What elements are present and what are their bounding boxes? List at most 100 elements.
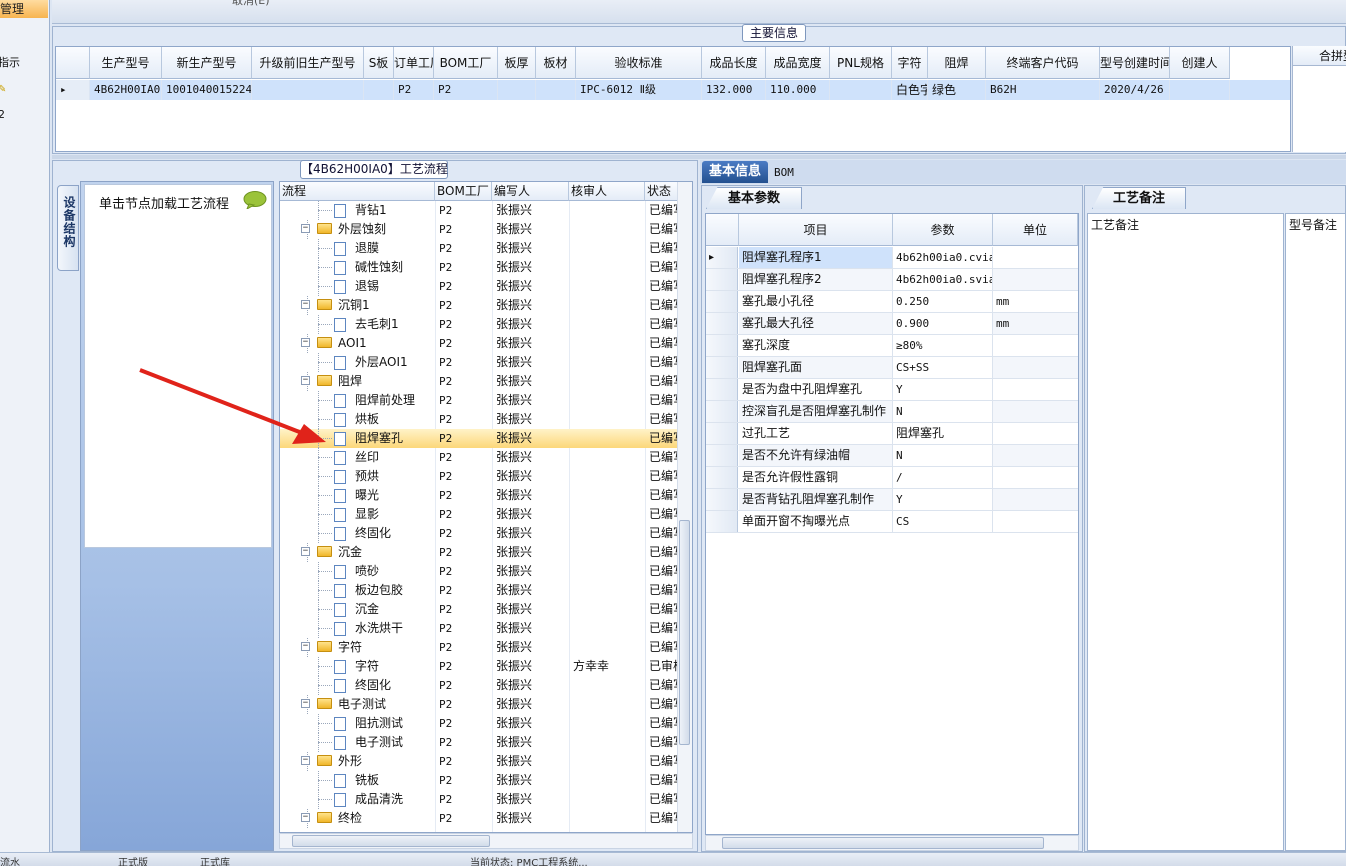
table-cell[interactable]: 绿色 — [928, 80, 986, 100]
row-header[interactable] — [706, 401, 738, 422]
process-row[interactable]: 碱性蚀刻 P2 张振兴 已编写 — [280, 258, 678, 277]
table-cell[interactable]: 10010400152244 — [162, 80, 252, 100]
process-column-header[interactable]: 核审人 — [569, 182, 645, 201]
row-header[interactable] — [706, 379, 738, 400]
table-cell[interactable]: 4B62H00IA0 — [90, 80, 162, 100]
craft-note-box[interactable]: 工艺备注 — [1087, 213, 1284, 851]
process-row[interactable]: 退膜 P2 张振兴 已编写 — [280, 239, 678, 258]
table-cell[interactable] — [536, 80, 576, 100]
collapse-icon[interactable]: − — [301, 642, 310, 651]
row-header[interactable] — [706, 445, 738, 466]
process-column-header[interactable]: BOM工厂 — [435, 182, 492, 201]
params-hscroll-thumb[interactable] — [722, 837, 1044, 849]
process-row[interactable]: − 外形 P2 张振兴 已编写 — [280, 752, 678, 771]
column-header[interactable]: 验收标准 — [576, 47, 702, 79]
params-row[interactable]: 塞孔深度 ≥80% — [706, 335, 1078, 357]
param-value[interactable]: ≥80% — [893, 335, 993, 356]
param-value[interactable]: N — [893, 401, 993, 422]
process-row[interactable]: 阻焊塞孔 P2 张振兴 已编写 — [280, 429, 678, 448]
collapse-icon[interactable]: − — [301, 756, 310, 765]
collapse-icon[interactable]: − — [301, 699, 310, 708]
row-header[interactable] — [706, 313, 738, 334]
param-value[interactable]: 4b62h00ia0.cvia — [893, 247, 993, 268]
params-row[interactable]: 是否不允许有绿油帽 N — [706, 445, 1078, 467]
table-cell[interactable]: P2 — [434, 80, 498, 100]
row-header[interactable] — [706, 335, 738, 356]
table-cell[interactable] — [498, 80, 536, 100]
column-header[interactable]: 成品长度 — [702, 47, 766, 79]
param-value[interactable]: 阻焊塞孔 — [893, 423, 993, 444]
process-row[interactable]: 曝光 P2 张振兴 已编写 — [280, 486, 678, 505]
process-hscroll-thumb[interactable] — [292, 835, 490, 847]
param-value[interactable]: CS — [893, 511, 993, 532]
process-row[interactable]: 预烘 P2 张振兴 已编写 — [280, 467, 678, 486]
process-row[interactable]: 成品清洗 P2 张振兴 已编写 — [280, 790, 678, 809]
process-column-header[interactable]: 状态 — [645, 182, 678, 201]
horizontal-splitter[interactable] — [52, 155, 1346, 159]
table-cell[interactable] — [1170, 80, 1230, 100]
table-cell[interactable]: IPC-6012 Ⅱ级 — [576, 80, 702, 100]
collapse-icon[interactable]: − — [301, 300, 310, 309]
tab-bom[interactable]: BOM — [774, 163, 804, 183]
column-header[interactable]: 型号创建时间 — [1100, 47, 1170, 79]
param-value[interactable]: 0.250 — [893, 291, 993, 312]
process-row[interactable]: 背钻1 P2 张振兴 已编写 — [280, 201, 678, 220]
params-row[interactable]: 阻焊塞孔程序2 4b62h00ia0.svia — [706, 269, 1078, 291]
row-header[interactable] — [706, 489, 738, 510]
row-header[interactable]: ▸ — [706, 247, 738, 268]
process-row[interactable]: − 外层蚀刻 P2 张振兴 已编写 — [280, 220, 678, 239]
params-column-header[interactable]: 单位 — [993, 214, 1078, 246]
column-header[interactable]: 板材 — [536, 47, 576, 79]
comment-bubble-icon[interactable] — [243, 191, 267, 209]
process-column-header[interactable]: 编写人 — [492, 182, 569, 201]
row-header[interactable] — [706, 357, 738, 378]
process-row[interactable]: 喷砂 P2 张振兴 已编写 — [280, 562, 678, 581]
process-row[interactable]: 丝印 P2 张振兴 已编写 — [280, 448, 678, 467]
process-row[interactable]: − 电子测试 P2 张振兴 已编写 — [280, 695, 678, 714]
column-header[interactable]: 板厚 — [498, 47, 536, 79]
params-row[interactable]: 是否背钻孔阻焊塞孔制作 Y — [706, 489, 1078, 511]
column-header[interactable]: 新生产型号 — [162, 47, 252, 79]
process-row[interactable]: − 沉金 P2 张振兴 已编写 — [280, 543, 678, 562]
process-row[interactable]: − 字符 P2 张振兴 已编写 — [280, 638, 678, 657]
table-cell[interactable]: 2020/4/26 — [1100, 80, 1170, 100]
process-row[interactable]: −阻焊P2张振兴已编写 — [280, 372, 678, 391]
process-row[interactable]: 外层AOI1 P2 张振兴 已编写 — [280, 353, 678, 372]
collapse-icon[interactable]: − — [301, 338, 310, 347]
table-cell[interactable] — [364, 80, 394, 100]
column-header[interactable]: 创建人 — [1170, 47, 1230, 79]
params-row[interactable]: 是否为盘中孔阻焊塞孔 Y — [706, 379, 1078, 401]
process-row[interactable]: − 沉铜1 P2 张振兴 已编写 — [280, 296, 678, 315]
process-row[interactable]: − 终检 P2 张振兴 已编写 — [280, 809, 678, 828]
process-row[interactable]: 终固化 P2 张振兴 已编写 — [280, 524, 678, 543]
column-header[interactable]: 升级前旧生产型号 — [252, 47, 364, 79]
column-header[interactable]: BOM工厂 — [434, 47, 498, 79]
params-row[interactable]: 控深盲孔是否阻焊塞孔制作 N — [706, 401, 1078, 423]
nav-item-2[interactable]: 2 — [0, 108, 5, 121]
column-header[interactable]: 阻焊 — [928, 47, 986, 79]
row-header[interactable] — [706, 423, 738, 444]
process-row[interactable]: 烘板 P2 张振兴 已编写 — [280, 410, 678, 429]
params-column-header[interactable]: 参数 — [893, 214, 993, 246]
table-cell[interactable]: B62H — [986, 80, 1100, 100]
row-header[interactable] — [706, 467, 738, 488]
row-indicator[interactable]: ▸ — [56, 80, 90, 100]
column-header[interactable]: PNL规格 — [830, 47, 892, 79]
param-value[interactable]: 0.900 — [893, 313, 993, 334]
params-row[interactable]: 塞孔最大孔径 0.900 mm — [706, 313, 1078, 335]
row-header[interactable] — [706, 291, 738, 312]
nav-header[interactable]: 管理 — [0, 0, 48, 18]
process-row[interactable]: 阻抗测试 P2 张振兴 已编写 — [280, 714, 678, 733]
params-row[interactable]: 单面开窗不掏曝光点 CS — [706, 511, 1078, 533]
row-header[interactable] — [706, 511, 738, 532]
nav-item-instruction[interactable]: 指示 — [0, 54, 20, 70]
table-cell[interactable]: 白色字符 — [892, 80, 928, 100]
params-row[interactable]: 过孔工艺 阻焊塞孔 — [706, 423, 1078, 445]
tab-craft-notes[interactable]: 工艺备注 — [1092, 187, 1186, 209]
collapse-icon[interactable]: − — [301, 813, 310, 822]
collapse-icon[interactable]: − — [301, 224, 310, 233]
process-row[interactable]: 去毛刺1 P2 张振兴 已编写 — [280, 315, 678, 334]
param-value[interactable]: N — [893, 445, 993, 466]
process-row[interactable]: − AOI1 P2 张振兴 已编写 — [280, 334, 678, 353]
process-row[interactable]: 电子测试 P2 张振兴 已编写 — [280, 733, 678, 752]
